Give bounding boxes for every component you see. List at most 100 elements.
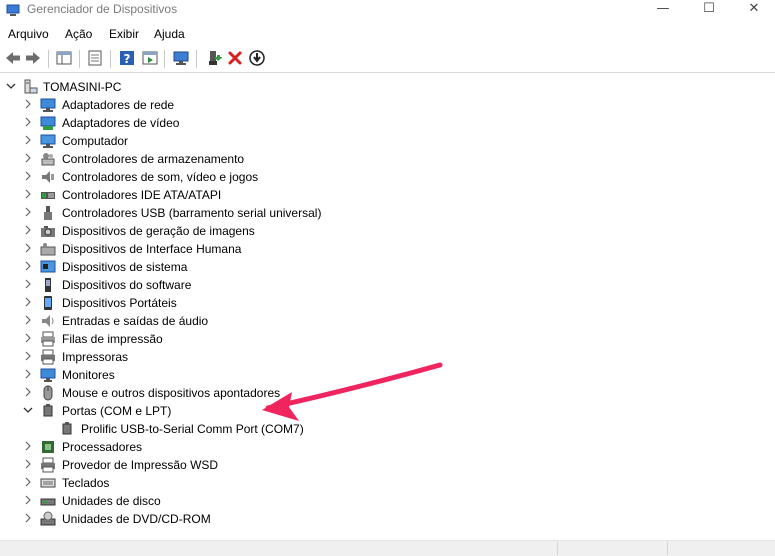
minimize-button[interactable]: — [640, 0, 686, 20]
chevron-right-icon[interactable] [23, 207, 33, 217]
scan-hardware-icon[interactable] [172, 49, 190, 67]
portable-device-icon [44, 296, 52, 310]
status-separator [557, 542, 558, 555]
tree-node[interactable]: Unidades de DVD/CD-ROM [0, 510, 360, 528]
tree-node[interactable]: Dispositivos do software [0, 276, 360, 294]
tree-node[interactable]: Controladores de armazenamento [0, 150, 360, 168]
ide-controller-icon [41, 192, 55, 199]
tree-node[interactable]: Processadores [0, 438, 360, 456]
toolbar-separator [48, 50, 49, 68]
tree-node-label: Controladores de som, vídeo e jogos [62, 170, 259, 184]
close-button[interactable]: ✕ [731, 0, 775, 20]
tree-node-label: Dispositivos de Interface Humana [62, 242, 242, 256]
chevron-right-icon[interactable] [23, 315, 33, 325]
display-adapter-icon [40, 116, 56, 130]
tree-node[interactable]: Controladores IDE ATA/ATAPI [0, 186, 360, 204]
tree-node[interactable]: Portas (COM e LPT) [0, 402, 360, 420]
uninstall-device-icon[interactable] [226, 49, 244, 67]
tree-node[interactable]: Dispositivos de Interface Humana [0, 240, 360, 258]
menu-ajuda[interactable]: Ajuda [154, 27, 185, 41]
tree-node[interactable]: Dispositivos de geração de imagens [0, 222, 360, 240]
tree-node-label: Mouse e outros dispositivos apontadores [62, 386, 281, 400]
tree-node-label: Controladores IDE ATA/ATAPI [62, 188, 222, 202]
chevron-right-icon[interactable] [23, 153, 33, 163]
chevron-right-icon[interactable] [23, 297, 33, 307]
tree-node[interactable]: Entradas e saídas de áudio [0, 312, 360, 330]
system-device-icon [40, 260, 56, 273]
menu-arquivo[interactable]: Arquivo [8, 27, 49, 41]
chevron-right-icon[interactable] [23, 513, 33, 523]
monitor-icon [40, 368, 56, 382]
chevron-right-icon[interactable] [23, 441, 33, 451]
tree-node-label: Adaptadores de rede [62, 98, 175, 112]
tree-root[interactable]: TOMASINI-PC [0, 78, 300, 96]
tree-node-label: Unidades de disco [62, 494, 161, 508]
disable-device-icon[interactable] [248, 49, 266, 67]
chevron-right-icon[interactable] [23, 459, 33, 469]
toolbar: ? [0, 47, 775, 71]
chevron-right-icon[interactable] [23, 117, 33, 127]
tree-node[interactable]: Filas de impressão [0, 330, 360, 348]
chevron-right-icon[interactable] [23, 279, 33, 289]
chevron-down-icon[interactable] [6, 81, 16, 91]
camera-icon [41, 226, 55, 237]
tree-node-label: Controladores USB (barramento serial uni… [62, 206, 322, 220]
chevron-right-icon[interactable] [23, 171, 33, 181]
menu-exibir[interactable]: Exibir [109, 27, 139, 41]
show-hide-console-tree-icon[interactable] [55, 49, 73, 67]
tree-node[interactable]: Controladores USB (barramento serial uni… [0, 204, 360, 222]
tree-node[interactable]: Dispositivos de sistema [0, 258, 360, 276]
tree-node-label: Monitores [62, 368, 115, 382]
chevron-right-icon[interactable] [23, 99, 33, 109]
tree-node[interactable]: Controladores de som, vídeo e jogos [0, 168, 360, 186]
port-icon [43, 404, 53, 417]
tree-node[interactable]: Impressoras [0, 348, 360, 366]
tree-node[interactable]: Mouse e outros dispositivos apontadores [0, 384, 360, 402]
tree-node[interactable]: Adaptadores de rede [0, 96, 360, 114]
network-adapter-icon [40, 98, 56, 112]
processor-icon [42, 441, 54, 453]
tree-child-node[interactable]: Prolific USB-to-Serial Comm Port (COM7) [0, 420, 360, 438]
maximize-button[interactable]: ☐ [686, 0, 732, 20]
wsd-printer-icon [41, 457, 55, 473]
tree-node[interactable]: Dispositivos Portáteis [0, 294, 360, 312]
forward-icon[interactable] [24, 49, 42, 67]
storage-controller-icon [41, 153, 55, 166]
chevron-right-icon[interactable] [23, 351, 33, 361]
toolbar-separator [164, 50, 165, 68]
chevron-right-icon[interactable] [23, 243, 33, 253]
chevron-right-icon[interactable] [23, 387, 33, 397]
tree-node-label: Entradas e saídas de áudio [62, 314, 209, 328]
tree-node[interactable]: Monitores [0, 366, 360, 384]
toolbar-separator [79, 50, 80, 68]
computer-icon [40, 134, 56, 148]
update-driver-icon[interactable] [204, 49, 222, 67]
tree-node[interactable]: Provedor de Impressão WSD [0, 456, 360, 474]
chevron-right-icon[interactable] [23, 495, 33, 505]
help-icon[interactable]: ? [118, 49, 136, 67]
tree-node-label: Filas de impressão [62, 332, 163, 346]
tree-node-label: Provedor de Impressão WSD [62, 458, 219, 472]
toolbar-separator [110, 50, 111, 68]
chevron-right-icon[interactable] [23, 189, 33, 199]
properties-icon[interactable] [86, 49, 104, 67]
menu-acao[interactable]: Ação [65, 27, 92, 41]
sound-icon [42, 171, 54, 183]
chevron-right-icon[interactable] [23, 333, 33, 343]
chevron-right-icon[interactable] [23, 135, 33, 145]
chevron-right-icon[interactable] [23, 261, 33, 271]
tree-node-label: Dispositivos do software [62, 278, 192, 292]
tree-node[interactable]: Computador [0, 132, 360, 150]
back-icon[interactable] [4, 49, 22, 67]
chevron-right-icon[interactable] [23, 225, 33, 235]
tree-node[interactable]: Adaptadores de vídeo [0, 114, 360, 132]
tree-child-label: Prolific USB-to-Serial Comm Port (COM7) [81, 422, 304, 436]
chevron-right-icon[interactable] [23, 477, 33, 487]
action-pane-icon[interactable] [141, 49, 159, 67]
computer-tree-icon [24, 79, 38, 94]
chevron-down-icon[interactable] [23, 405, 33, 415]
tree-node[interactable]: Teclados [0, 474, 360, 492]
chevron-right-icon[interactable] [23, 369, 33, 379]
tree-node[interactable]: Unidades de disco [0, 492, 360, 510]
title-bar: Gerenciador de Dispositivos — ☐ ✕ [0, 0, 775, 22]
